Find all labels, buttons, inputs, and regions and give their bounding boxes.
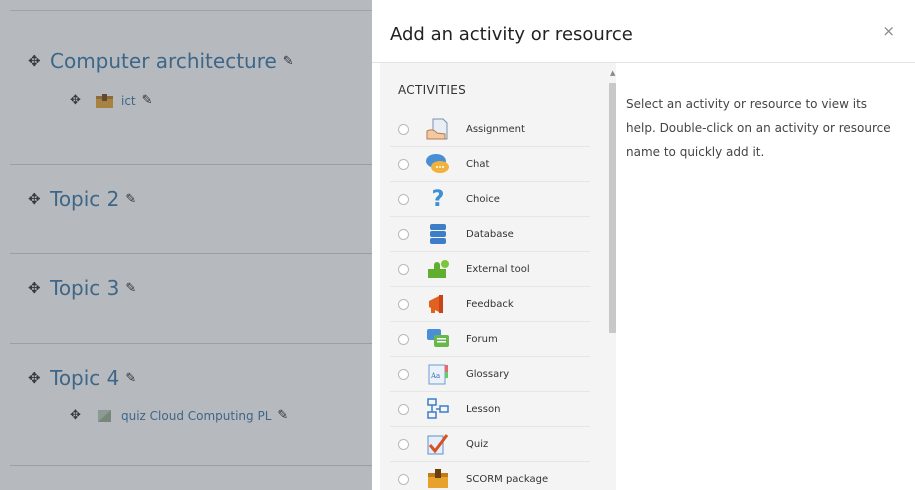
options-list[interactable]: ACTIVITIES Assignment Chat ? Choice Data… bbox=[380, 63, 616, 490]
chat-icon bbox=[425, 152, 451, 176]
option-radio[interactable] bbox=[398, 298, 409, 310]
svg-text:Aa: Aa bbox=[430, 372, 440, 380]
option-radio[interactable] bbox=[398, 123, 409, 135]
option-label: Chat bbox=[466, 158, 490, 170]
lesson-icon bbox=[425, 397, 451, 421]
option-radio[interactable] bbox=[398, 228, 409, 240]
option-radio[interactable] bbox=[398, 333, 409, 345]
option-label: Forum bbox=[466, 333, 498, 345]
option-choice[interactable]: ? Choice bbox=[390, 182, 590, 217]
quiz-icon bbox=[425, 432, 451, 456]
option-label: Choice bbox=[466, 193, 500, 205]
option-glossary[interactable]: Aa Glossary bbox=[390, 357, 590, 392]
option-radio[interactable] bbox=[398, 263, 409, 275]
option-label: Assignment bbox=[466, 123, 525, 135]
assignment-icon bbox=[425, 117, 451, 141]
option-radio[interactable] bbox=[398, 473, 409, 485]
dialog-title: Add an activity or resource bbox=[390, 24, 633, 45]
database-icon bbox=[425, 222, 451, 246]
option-label: Quiz bbox=[466, 438, 489, 450]
option-radio[interactable] bbox=[398, 403, 409, 415]
options-scrollbar[interactable]: ▲ bbox=[608, 69, 616, 490]
scroll-up-icon[interactable]: ▲ bbox=[610, 69, 615, 77]
option-database[interactable]: Database bbox=[390, 217, 590, 252]
option-radio[interactable] bbox=[398, 368, 409, 380]
external-tool-icon bbox=[425, 257, 451, 281]
option-label: Glossary bbox=[466, 368, 510, 380]
option-external-tool[interactable]: External tool bbox=[390, 252, 590, 287]
option-label: External tool bbox=[466, 263, 530, 275]
option-scorm-package[interactable]: SCORM package bbox=[390, 462, 590, 490]
close-icon[interactable]: × bbox=[882, 22, 895, 40]
option-radio[interactable] bbox=[398, 158, 409, 170]
option-label: Feedback bbox=[466, 298, 514, 310]
activity-chooser-dialog: Add an activity or resource × ACTIVITIES… bbox=[372, 0, 915, 490]
feedback-icon bbox=[425, 292, 451, 316]
option-assignment[interactable]: Assignment bbox=[390, 112, 590, 147]
dialog-header: Add an activity or resource × bbox=[372, 0, 915, 63]
choice-icon: ? bbox=[431, 186, 445, 212]
option-radio[interactable] bbox=[398, 438, 409, 450]
glossary-icon: Aa bbox=[425, 362, 451, 386]
scorm-package-icon bbox=[425, 467, 451, 490]
help-text: Select an activity or resource to view i… bbox=[626, 97, 891, 159]
option-label: Lesson bbox=[466, 403, 501, 415]
option-quiz[interactable]: Quiz bbox=[390, 427, 590, 462]
option-forum[interactable]: Forum bbox=[390, 322, 590, 357]
forum-icon bbox=[425, 327, 451, 351]
option-chat[interactable]: Chat bbox=[390, 147, 590, 182]
option-label: SCORM package bbox=[466, 473, 549, 485]
option-radio[interactable] bbox=[398, 193, 409, 205]
option-label: Database bbox=[466, 228, 514, 240]
category-label: ACTIVITIES bbox=[398, 83, 467, 97]
option-lesson[interactable]: Lesson bbox=[390, 392, 590, 427]
scrollbar-thumb[interactable] bbox=[609, 83, 616, 333]
option-feedback[interactable]: Feedback bbox=[390, 287, 590, 322]
